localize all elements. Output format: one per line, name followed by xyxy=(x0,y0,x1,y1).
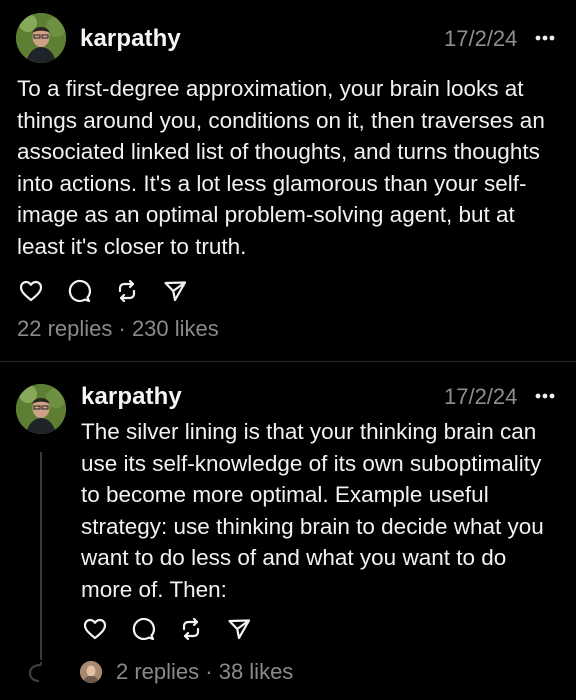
post-text: The silver lining is that your thinking … xyxy=(81,419,544,602)
post-actions xyxy=(18,278,188,304)
repost-icon[interactable] xyxy=(114,278,140,304)
avatar[interactable] xyxy=(16,384,66,434)
profile-photo xyxy=(16,384,66,434)
post-date: 17/2/24 xyxy=(444,26,518,51)
post-stats[interactable]: 22 replies · 230 likes xyxy=(17,316,219,342)
send-icon[interactable] xyxy=(162,278,188,304)
post-text: To a first-degree approximation, your br… xyxy=(17,76,545,259)
username[interactable]: karpathy xyxy=(81,383,182,411)
comment-icon[interactable] xyxy=(66,278,92,304)
profile-photo xyxy=(16,13,66,63)
more-horizontal-icon[interactable] xyxy=(532,26,558,50)
repost-icon[interactable] xyxy=(178,616,204,642)
avatar[interactable] xyxy=(16,13,66,63)
post-1: karpathy 17/2/24 To a first-degree appro… xyxy=(0,0,576,361)
heart-icon[interactable] xyxy=(18,278,44,304)
thread-line xyxy=(40,452,42,660)
send-icon[interactable] xyxy=(226,616,252,642)
post-date: 17/2/24 xyxy=(444,384,518,409)
post-actions xyxy=(82,616,252,642)
reply-avatar[interactable] xyxy=(80,661,102,683)
heart-icon[interactable] xyxy=(82,616,108,642)
thread-connector-icon xyxy=(24,662,52,684)
post-stats[interactable]: 2 replies · 38 likes xyxy=(116,659,293,685)
more-horizontal-icon[interactable] xyxy=(532,384,558,408)
comment-icon[interactable] xyxy=(130,616,156,642)
username[interactable]: karpathy xyxy=(80,25,181,53)
